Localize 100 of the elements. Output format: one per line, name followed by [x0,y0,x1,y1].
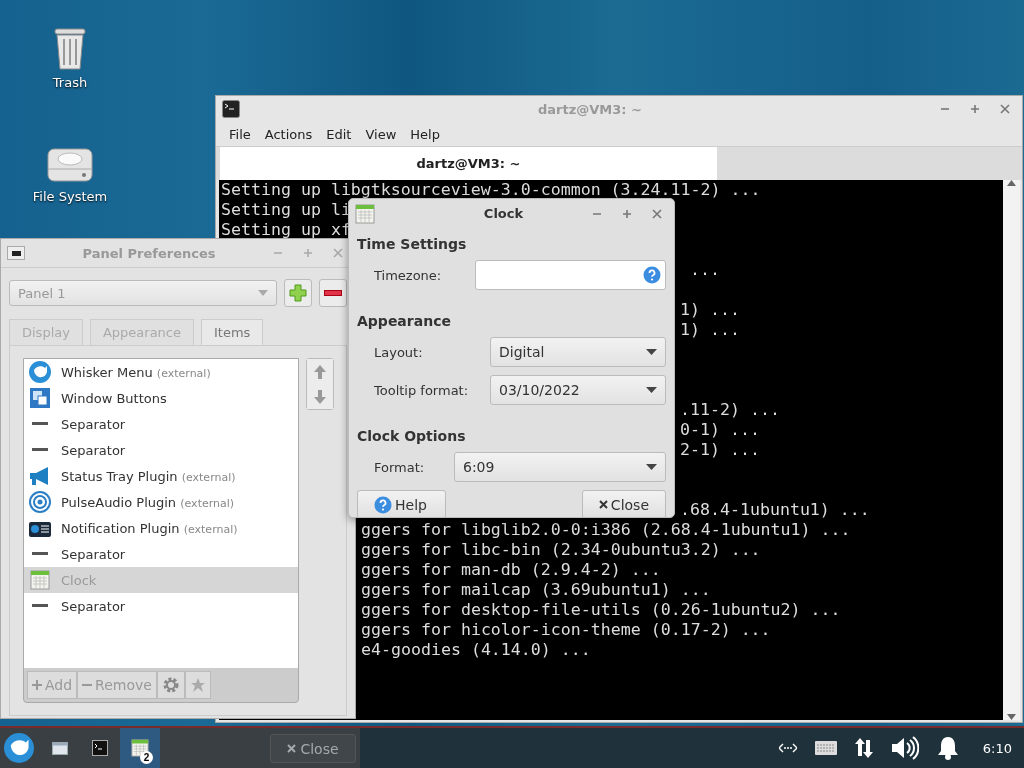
desktop-icon-label[interactable]: File System [32,189,108,204]
network-dots-icon[interactable] [778,743,797,753]
separator-icon [32,448,48,452]
move-down-button[interactable] [307,384,333,409]
keyboard-icon[interactable] [814,741,837,755]
calendar-icon [355,203,375,224]
notification-icon [29,519,51,537]
down-arrow-icon [314,389,326,404]
terminal-line: .11-2) ... [680,400,780,420]
list-item[interactable]: Notification Plugin (external) [24,515,299,541]
terminal-line: ... [689,260,720,280]
terminal-line: 1) ... [680,300,740,320]
list-item[interactable]: Separator [24,541,299,567]
menu-item[interactable]: View [358,126,404,142]
close-icon[interactable] [652,208,662,219]
terminal-line: 0-1) ... [680,420,760,440]
windows-icon [30,388,50,408]
clock-time[interactable]: 6:10 [982,740,1012,756]
scroll-down-icon[interactable] [1007,714,1016,720]
gear-icon [161,676,180,694]
calendar-icon [30,570,50,590]
close-icon[interactable] [333,248,343,258]
terminal-icon [92,740,108,756]
maximize-icon[interactable] [303,248,313,258]
menu-item[interactable]: Actions [257,126,320,142]
megaphone-icon [29,466,51,486]
up-arrow-icon [314,364,326,379]
help-icon[interactable] [643,266,661,284]
plus-icon [32,680,42,690]
scrollbar[interactable] [1003,180,1020,720]
add-panel-button[interactable] [284,279,312,307]
star-icon [189,677,206,693]
terminal-line: Setting up libgtksourceview-3.0-common (3.24.11-2) ... [221,180,761,200]
section-heading: Time Settings [357,236,468,252]
maximize-icon[interactable] [622,208,632,219]
dropdown[interactable]: 6:09 [454,452,666,482]
terminal-line: e4-goodies (4.14.0) ... [361,640,591,660]
hard-drive-icon[interactable] [46,145,94,185]
section-heading: Appearance [357,313,452,329]
count-badge: 2 [140,751,153,764]
caret-icon [646,349,657,355]
bell-icon[interactable] [936,736,959,760]
close-icon[interactable] [1000,104,1010,114]
terminal-line: ggers for mailcap (3.69ubuntu1) ... [361,580,711,600]
window-title: dartz@VM3: ~ [537,101,643,117]
caret-icon [258,290,268,296]
taskbar-button[interactable]: 2 [120,728,160,768]
window-title: Clock [482,206,525,221]
terminal-line: ggers for libc-bin (2.34-0ubuntu3.2) ... [361,540,761,560]
terminal-line: ggers for desktop-file-utils (0.26-1ubuntu2) ... [361,600,841,620]
field-label: Format: [374,459,426,475]
move-up-button[interactable] [307,359,333,384]
remove-panel-button[interactable] [319,279,347,307]
dropdown[interactable]: 03/10/2022 [490,375,666,405]
list-item[interactable]: Whisker Menu (external) [24,359,299,385]
list-item[interactable]: PulseAudio Plugin (external) [24,489,299,515]
tab[interactable]: Items [201,319,264,345]
field-label: Tooltip format: [374,382,470,398]
terminal-line: ggers for libglib2.0-0:i386 (2.68.4-1ubuntu1) ... [361,520,851,540]
menu-item[interactable]: Help [403,126,447,142]
field-label: Layout: [374,344,424,360]
menu-item[interactable]: File [222,126,258,142]
window-title: Panel Preferences [81,245,217,261]
section-heading: Clock Options [357,428,467,444]
timezone-field[interactable] [475,260,666,290]
menu-item[interactable]: Edit [319,126,359,142]
separator-icon [32,604,48,608]
field-label: Timezone: [374,267,443,283]
minus-icon [324,290,342,296]
trash-icon[interactable] [53,25,87,71]
desktop-icon-label[interactable]: Trash [52,75,88,90]
maximize-icon[interactable] [970,104,980,114]
close-button[interactable]: Close [581,490,666,517]
list-item[interactable]: Status Tray Plugin (external) [24,463,299,489]
terminal-line: ggers for hicolor-icon-theme (0.17-2) ... [361,620,771,640]
list-item[interactable]: Window Buttons [24,385,299,411]
panel-icon [7,246,25,260]
close-icon [287,744,297,753]
list-item[interactable]: Separator [24,411,299,437]
terminal-line: Setting up li [221,200,351,220]
caret-icon [646,387,657,393]
close-icon [598,500,608,509]
plus-icon [289,284,307,302]
list-item[interactable]: Separator [24,437,299,463]
separator-icon [32,552,48,556]
dropdown[interactable]: Digital [490,337,666,367]
terminal-tab[interactable]: dartz@VM3: ~ [220,147,717,180]
window-icon [52,741,68,755]
list-item[interactable]: Separator [24,593,299,619]
volume-icon[interactable] [890,736,919,760]
up-down-arrows-icon[interactable] [854,738,873,758]
terminal-icon [222,100,240,118]
settings-button[interactable] [156,671,185,699]
terminal-line: 2-1) ... [680,440,760,460]
terminal-line: 1) ... [680,320,740,340]
help-button[interactable]: Help [357,490,446,517]
help-icon [374,495,392,514]
separator-icon [32,422,48,426]
caret-icon [646,464,657,470]
terminal-line: ggers for man-db (2.9.4-2) ... [361,560,661,580]
